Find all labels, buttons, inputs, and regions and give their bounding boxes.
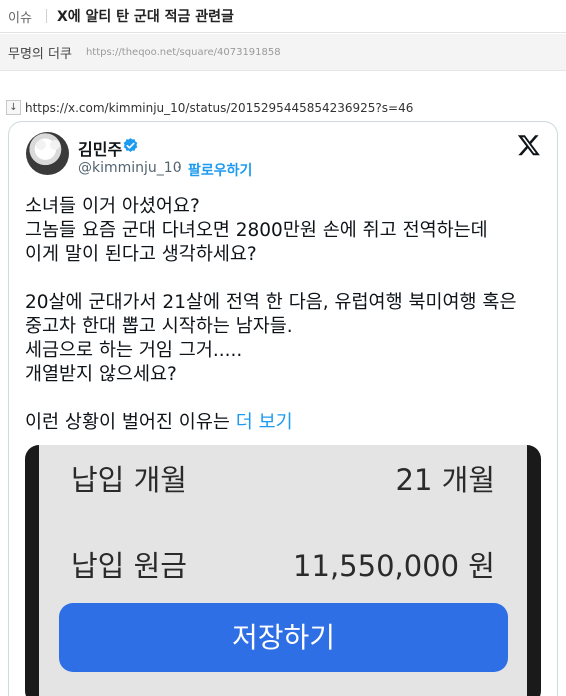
- post-meta-bar: 무명의 더쿠 https://theqoo.net/square/4073191…: [0, 34, 566, 71]
- tweet-text: 소녀들 이거 아셨어요? 그놈들 요즘 군대 다녀오면 2800만원 손에 쥐고…: [25, 195, 545, 435]
- avatar[interactable]: [26, 132, 69, 175]
- tweet-embed[interactable]: 김민주 @kimminju_10 · 팔로우하기 소녀들 이거 아셨어요? 그놈…: [8, 121, 558, 696]
- download-arrow-icon: ↓: [6, 100, 21, 115]
- show-more-link[interactable]: 더 보기: [236, 412, 293, 433]
- tweet-line: 중고차 한대 뽑고 시작하는 남자들.: [25, 316, 293, 337]
- tweet-line: 이게 말이 된다고 생각하세요?: [25, 244, 257, 265]
- tweet-line-last: 이런 상황이 벌어진 이유는 더 보기: [25, 411, 545, 435]
- tweet-line: 개열받지 않으세요?: [25, 364, 177, 385]
- post-title: X에 알티 탄 군대 적금 관련글: [57, 9, 234, 25]
- verified-badge-icon: [123, 138, 138, 152]
- source-link-row[interactable]: ↓ https://x.com/kimminju_10/status/20152…: [6, 100, 413, 115]
- tweet-line: 세금으로 하는 거임 그거.....: [25, 340, 243, 361]
- tweet-display-name[interactable]: 김민주: [78, 136, 122, 160]
- handle-separator: ·: [177, 160, 182, 176]
- post-author: 무명의 더쿠: [8, 46, 72, 62]
- x-logo-icon[interactable]: [517, 133, 541, 157]
- tweet-media-image[interactable]: 납입 개월 21 개월 납입 원금 11,550,000 원 저장하기: [25, 445, 541, 696]
- media-row-label: 납입 원금: [71, 549, 187, 583]
- tweet-line: 20살에 군대가서 21살에 전역 한 다음, 유럽여행 북미여행 혹은: [25, 292, 517, 313]
- header-divider: [46, 9, 47, 23]
- source-link[interactable]: https://x.com/kimminju_10/status/2015295…: [25, 101, 413, 115]
- tweet-line: 그놈들 요즘 군대 다녀오면 2800만원 손에 쥐고 전역하는데: [25, 220, 488, 241]
- tweet-line: 소녀들 이거 아셨어요?: [25, 196, 200, 217]
- media-screenshot: 납입 개월 21 개월 납입 원금 11,550,000 원 저장하기: [39, 445, 527, 696]
- follow-button[interactable]: 팔로우하기: [188, 160, 252, 180]
- post-header: 이슈 X에 알티 탄 군대 적금 관련글: [0, 0, 566, 33]
- tweet-handle[interactable]: @kimminju_10: [78, 160, 182, 176]
- media-row-label: 납입 개월: [71, 463, 187, 497]
- tweet-line: 이런 상황이 벌어진 이유는: [25, 412, 230, 433]
- media-row-value: 11,550,000 원: [293, 549, 495, 583]
- save-button: 저장하기: [59, 603, 508, 672]
- post-url[interactable]: https://theqoo.net/square/4073191858: [86, 47, 281, 58]
- media-row-value: 21 개월: [395, 463, 495, 497]
- post-category[interactable]: 이슈: [0, 7, 46, 26]
